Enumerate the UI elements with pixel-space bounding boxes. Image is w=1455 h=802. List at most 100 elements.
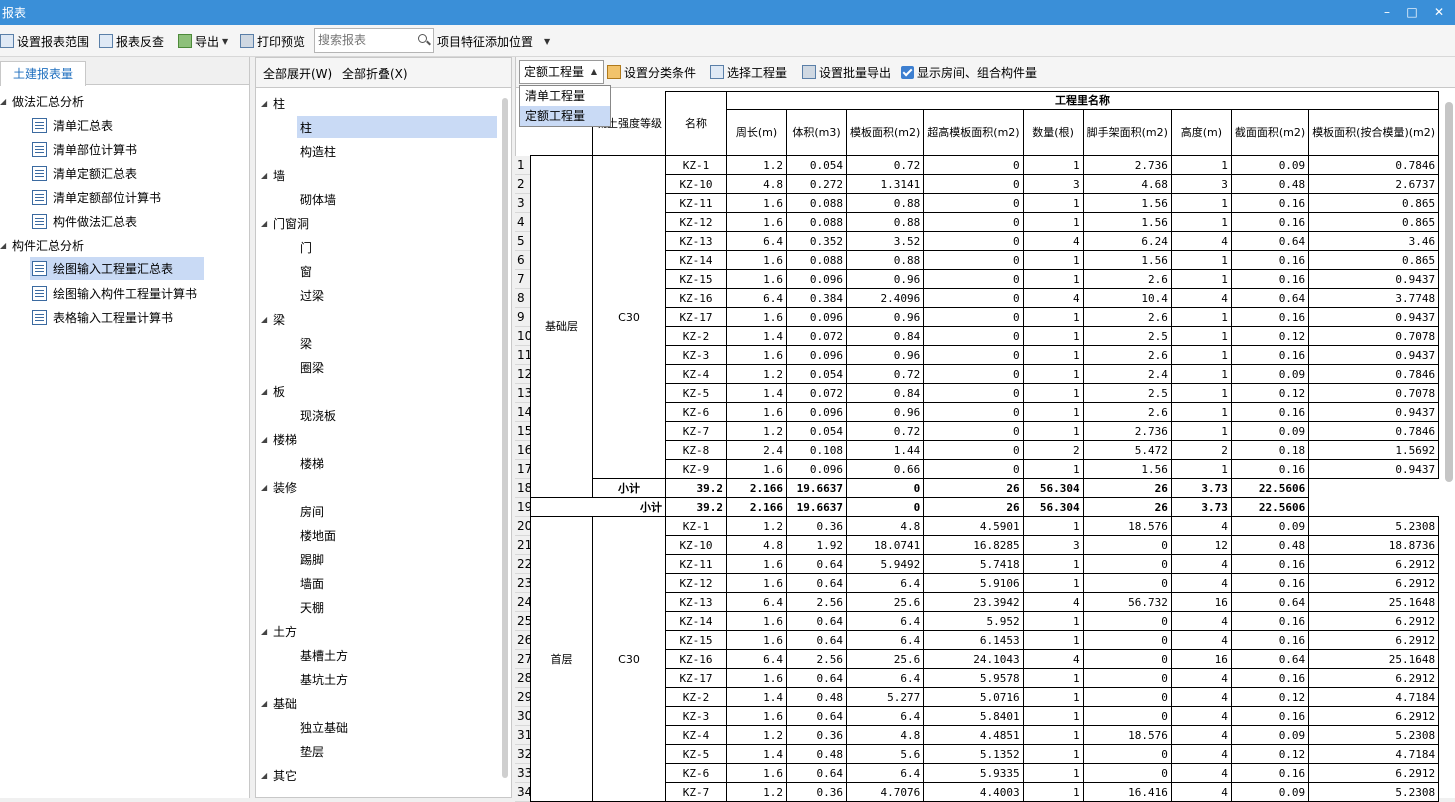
table-row[interactable]: KZ-6 1.6 0.64 6.4 5.9335 1 0 4 0.16 6.2912 <box>531 763 1440 783</box>
export-button[interactable]: 导出 ▼ <box>178 31 228 51</box>
row-number[interactable]: 8 <box>515 289 530 308</box>
maximize-button[interactable]: □ <box>1403 3 1421 21</box>
row-number[interactable]: 1 <box>515 156 530 175</box>
set-range-button[interactable]: 设置报表范围 <box>0 31 89 51</box>
tree-item[interactable]: 楼梯 <box>297 452 324 474</box>
row-number[interactable]: 18 <box>515 479 532 498</box>
table-row[interactable]: KZ-7 1.2 0.36 4.7076 4.4003 1 16.416 4 0.09 5.230… <box>531 782 1440 802</box>
row-number[interactable]: 11 <box>515 346 532 365</box>
tree-item[interactable]: 基槽土方 <box>297 644 348 666</box>
row-number[interactable]: 19 <box>515 498 532 517</box>
row-number[interactable]: 20 <box>515 517 532 536</box>
table-row[interactable]: 首层 C30 KZ-1 1.2 0.36 4.8 4.5901 1 18.576 4 0.09 5.2… <box>530 516 1440 802</box>
table-row[interactable]: KZ-17 1.6 0.64 6.4 5.9578 1 0 4 0.16 6.2912 <box>531 668 1440 688</box>
table-row[interactable]: KZ-4 1.2 0.054 0.72 0 1 2.4 1 0.09 0.7846 <box>531 364 1440 384</box>
table-row[interactable]: KZ-15 1.6 0.096 0.96 0 1 2.6 1 0.16 0.9437 <box>531 269 1440 289</box>
table-row[interactable]: KZ-12 1.6 0.088 0.88 0 1 1.56 1 0.16 0.865 <box>531 212 1440 232</box>
table-row[interactable]: KZ-4 1.2 0.36 4.8 4.4851 1 18.576 4 0.09 5.2308 <box>531 725 1440 745</box>
quantity-type-combo[interactable]: 定额工程量 ▲ <box>519 60 604 84</box>
row-number[interactable]: 34 <box>515 783 532 802</box>
report-item[interactable]: 清单汇总表 <box>32 114 113 136</box>
row-number[interactable]: 32 <box>515 745 532 764</box>
search-icon[interactable] <box>418 34 427 43</box>
print-preview-button[interactable]: 打印预览 <box>240 31 305 51</box>
row-number[interactable]: 26 <box>515 631 532 650</box>
row-number[interactable]: 6 <box>515 251 530 270</box>
report-item[interactable]: 绘图输入构件工程量计算书 <box>32 282 197 304</box>
tree-item[interactable]: 墙面 <box>297 572 324 594</box>
row-number[interactable]: 22 <box>515 555 532 574</box>
table-row[interactable]: KZ-3 1.6 0.64 6.4 5.8401 1 0 4 0.16 6.2912 <box>531 706 1440 726</box>
tree-category[interactable]: ◢ 基础 <box>261 692 297 714</box>
collapse-all-button[interactable]: 全部折叠(X) <box>342 65 408 82</box>
table-row[interactable]: KZ-14 1.6 0.64 6.4 5.952 1 0 4 0.16 6.2912 <box>531 611 1440 631</box>
tree-category[interactable]: ◢ 墙 <box>261 164 285 186</box>
tree-item[interactable]: 现浇板 <box>297 404 336 426</box>
show-rooms-checkbox[interactable]: 显示房间、组合构件量 <box>901 62 1037 82</box>
row-number[interactable]: 10 <box>515 327 532 346</box>
report-item[interactable]: 清单定额部位计算书 <box>32 186 161 208</box>
table-row[interactable]: KZ-2 1.4 0.48 5.277 5.0716 1 0 4 0.12 4.7184 <box>531 687 1440 707</box>
tree-category[interactable]: ◢ 门窗洞 <box>261 212 309 234</box>
row-number[interactable]: 3 <box>515 194 530 213</box>
row-number[interactable]: 2 <box>515 175 530 194</box>
tree-item[interactable]: 柱 <box>297 116 497 138</box>
row-number[interactable]: 14 <box>515 403 532 422</box>
tree-item[interactable]: 独立基础 <box>297 716 348 738</box>
tree-category[interactable]: ◢ 梁 <box>261 308 285 330</box>
row-number[interactable]: 33 <box>515 764 532 783</box>
table-row[interactable]: KZ-6 1.6 0.096 0.96 0 1 2.6 1 0.16 0.9437 <box>531 402 1440 422</box>
table-row[interactable]: KZ-17 1.6 0.096 0.96 0 1 2.6 1 0.16 0.9437 <box>531 307 1440 327</box>
tree-item[interactable]: 梁 <box>297 332 312 354</box>
tree-item[interactable]: 窗 <box>297 260 312 282</box>
tree-item[interactable]: 砌体墙 <box>297 188 336 210</box>
row-number[interactable]: 25 <box>515 612 532 631</box>
tree-item[interactable]: 基坑土方 <box>297 668 348 690</box>
tree-group-method[interactable]: ◢ 做法汇总分析 <box>0 90 84 112</box>
row-number[interactable]: 7 <box>515 270 530 289</box>
row-number[interactable]: 29 <box>515 688 532 707</box>
tree-item[interactable]: 天棚 <box>297 596 324 618</box>
table-row[interactable]: KZ-5 1.4 0.48 5.6 5.1352 1 0 4 0.12 4.7184 <box>531 744 1440 764</box>
tree-category[interactable]: ◢ 楼梯 <box>261 428 297 450</box>
report-item[interactable]: 清单部位计算书 <box>32 138 137 160</box>
row-number[interactable]: 12 <box>515 365 532 384</box>
table-row[interactable]: KZ-16 6.4 2.56 25.6 24.1043 4 0 16 0.64 25.1648 <box>531 649 1440 669</box>
report-search[interactable] <box>314 28 434 53</box>
table-row[interactable]: KZ-13 6.4 0.352 3.52 0 4 6.24 4 0.64 3.46 <box>531 231 1440 251</box>
row-number[interactable]: 28 <box>515 669 532 688</box>
expand-all-button[interactable]: 全部展开(W) <box>263 65 332 82</box>
select-quantity-button[interactable]: 选择工程量 <box>710 62 787 82</box>
table-row[interactable]: KZ-9 1.6 0.096 0.66 0 1 1.56 1 0.16 0.9437 <box>531 459 1440 479</box>
tab-civil-reports[interactable]: 土建报表量 <box>0 61 86 86</box>
row-number[interactable]: 27 <box>515 650 532 669</box>
report-item-selected[interactable]: 绘图输入工程量汇总表 <box>30 257 204 280</box>
tree-item[interactable]: 楼地面 <box>297 524 336 546</box>
scrollbar[interactable] <box>502 98 508 778</box>
table-row[interactable]: KZ-14 1.6 0.088 0.88 0 1 1.56 1 0.16 0.865 <box>531 250 1440 270</box>
tree-category[interactable]: ◢ 柱 <box>261 92 285 114</box>
tree-category[interactable]: ◢ 其它 <box>261 764 297 786</box>
report-item[interactable]: 构件做法汇总表 <box>32 210 137 232</box>
search-input[interactable] <box>315 29 410 51</box>
table-row[interactable]: KZ-10 4.8 0.272 1.3141 0 3 4.68 3 0.48 2.6737 <box>531 174 1440 194</box>
tree-item[interactable]: 踢脚 <box>297 548 324 570</box>
subtotal-row[interactable]: 小计 39.2 2.166 19.6637 0 26 56.304 26 3.73 22.5606 <box>531 478 1439 498</box>
row-number[interactable]: 23 <box>515 574 532 593</box>
table-row[interactable]: KZ-10 4.8 1.92 18.0741 16.8285 3 0 12 0.48 18.873… <box>531 535 1440 555</box>
table-row[interactable]: KZ-3 1.6 0.096 0.96 0 1 2.6 1 0.16 0.9437 <box>531 345 1440 365</box>
tree-category[interactable]: ◢ 土方 <box>261 620 297 642</box>
close-button[interactable]: ✕ <box>1430 3 1448 21</box>
tree-group-component[interactable]: ◢ 构件汇总分析 <box>0 234 84 256</box>
report-item[interactable]: 清单定额汇总表 <box>32 162 137 184</box>
row-number[interactable]: 15 <box>515 422 532 441</box>
row-number[interactable]: 13 <box>515 384 532 403</box>
row-number[interactable]: 5 <box>515 232 530 251</box>
tree-item[interactable]: 过梁 <box>297 284 324 306</box>
row-number[interactable]: 17 <box>515 460 532 479</box>
tree-item[interactable]: 房间 <box>297 500 324 522</box>
tree-category[interactable]: ◢ 装修 <box>261 476 297 498</box>
row-number[interactable]: 16 <box>515 441 532 460</box>
tree-item[interactable]: 门 <box>297 236 312 258</box>
table-row[interactable]: KZ-8 2.4 0.108 1.44 0 2 5.472 2 0.18 1.5692 <box>531 440 1440 460</box>
